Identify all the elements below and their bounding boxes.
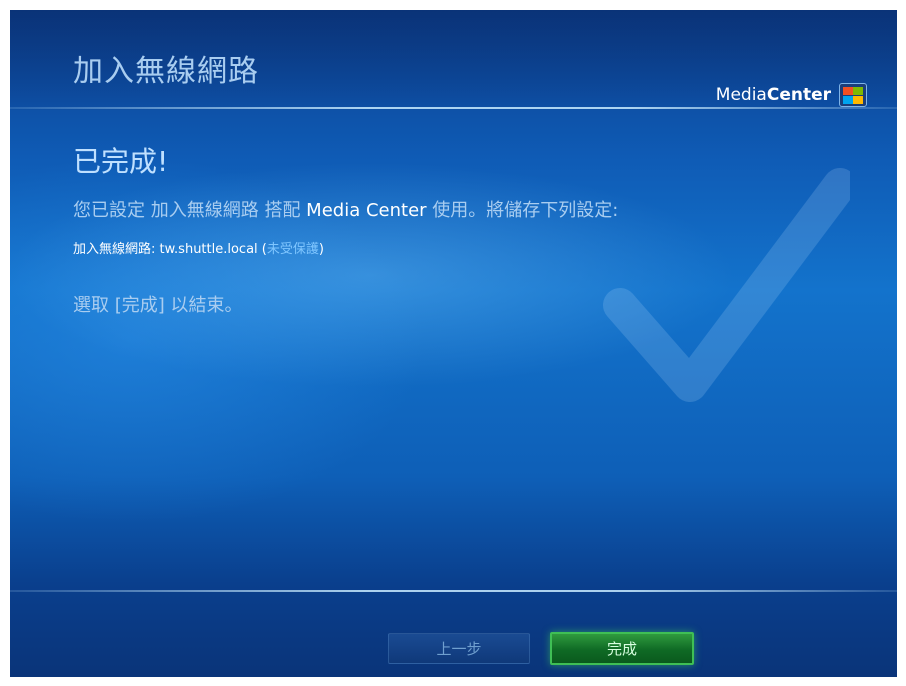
media-center-window: 加入無線網路 MediaCenter 已完成! 您已設定 加入無線網路 搭配 M… <box>10 10 897 677</box>
logo-text: MediaCenter <box>715 85 831 105</box>
media-center-logo: MediaCenter <box>716 83 867 107</box>
windows-flag-icon <box>839 83 867 107</box>
checkmark-icon <box>603 168 850 402</box>
finish-button[interactable]: 完成 <box>550 632 694 665</box>
network-setting: 加入無線網路: tw.shuttle.local (未受保護) <box>73 242 324 257</box>
completion-heading: 已完成! <box>73 145 169 178</box>
security-status: 未受保護 <box>266 242 319 257</box>
page-title: 加入無線網路 <box>73 54 259 89</box>
summary-text: 您已設定 加入無線網路 搭配 Media Center 使用。將儲存下列設定: <box>73 200 619 221</box>
back-button[interactable]: 上一步 <box>388 633 530 664</box>
header-divider <box>10 107 897 109</box>
footer-divider <box>10 590 897 592</box>
instruction-text: 選取 [完成] 以結束。 <box>73 295 243 316</box>
